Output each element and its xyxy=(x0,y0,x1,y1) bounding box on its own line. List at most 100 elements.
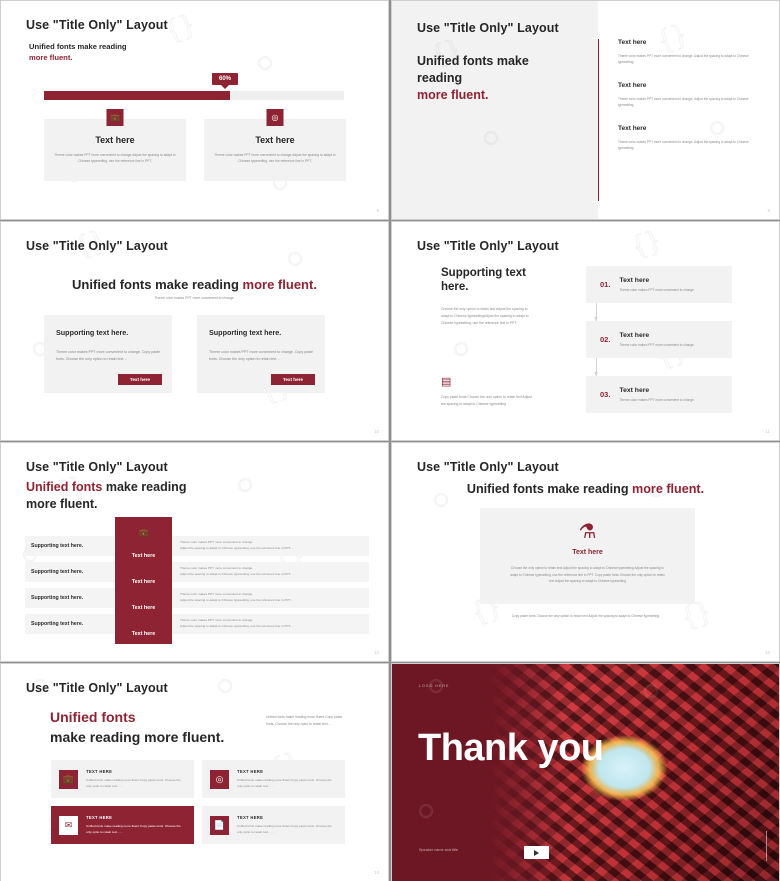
speaker-name-label: Speaker name and title xyxy=(419,848,459,852)
card-button[interactable]: Text here xyxy=(117,374,162,385)
cell-heading: TEXT HERE xyxy=(237,768,264,774)
step-number: 02. xyxy=(600,335,611,344)
panel-body: Choose the only option to retain text Ad… xyxy=(510,566,665,584)
feature-cell[interactable]: 📄 TEXT HERE Unified fonts make reading m… xyxy=(202,806,345,844)
support-card[interactable]: Supporting text here. Theme color makes … xyxy=(197,315,325,393)
info-card[interactable]: 💼 Text here Theme color makes PPT more c… xyxy=(44,109,186,181)
card-body: Theme color makes PPT more convenient to… xyxy=(54,153,176,163)
slide4-lead-column: Supporting text here. Choose the only op… xyxy=(441,266,536,327)
footer-body: Copy paste fonts Choose the only option … xyxy=(511,614,660,618)
slide-thumbnail-4[interactable]: {} ○ {} Use "Title Only" Layout Supporti… xyxy=(391,221,780,441)
block-heading: Text here xyxy=(618,125,647,133)
play-button[interactable] xyxy=(524,846,549,859)
panel-item[interactable]: Text here xyxy=(115,621,172,647)
card-heading: Supporting text here. xyxy=(56,328,129,337)
card-body: Theme color makes PPT more convenient to… xyxy=(56,350,161,362)
slide6-headline: Unified fonts make reading more fluent. xyxy=(392,482,779,496)
headline-accent: Unified fonts xyxy=(26,480,103,494)
step-body: Theme color makes PPT more convenient to… xyxy=(619,343,695,347)
table-row[interactable]: Supporting text here. Theme color makes … xyxy=(25,588,369,608)
row-body: Theme color makes PPT more convenient to… xyxy=(172,540,369,552)
page-number: 9 xyxy=(376,208,379,213)
logo-placeholder: LOGO HERE xyxy=(419,684,450,688)
block-body: Theme color makes PPT more convenient to… xyxy=(618,97,749,108)
step-item[interactable]: 01. Text here Theme color makes PPT more… xyxy=(586,266,732,303)
lead-line-1: Supporting text xyxy=(441,267,526,279)
document-icon: 📄 xyxy=(210,815,229,835)
block-heading: Text here xyxy=(618,82,647,90)
slide7-headline: Unified fonts make reading more fluent. xyxy=(50,708,250,747)
row-body-line-1: Theme color makes PPT more convenient to… xyxy=(180,592,254,597)
progress-bar-track xyxy=(44,91,344,100)
block-body: Theme color makes PPT more convenient to… xyxy=(618,54,749,65)
row-body-line-2: Adjust the spacing to adapt to Chinese t… xyxy=(180,598,295,602)
slide-thumbnail-5[interactable]: {} ○ ○ {} Use "Title Only" Layout Unifie… xyxy=(0,442,389,662)
info-card[interactable]: ◎ Text here Theme color makes PPT more c… xyxy=(204,109,346,181)
feature-cell[interactable]: ◎ TEXT HERE Unified fonts make reading m… xyxy=(202,760,345,798)
row-body-line-1: Theme color makes PPT more convenient to… xyxy=(180,540,254,545)
table-row[interactable]: Supporting text here. Theme color makes … xyxy=(25,614,369,634)
briefcase-icon: 💼 xyxy=(138,528,149,537)
comparison-rows: Supporting text here. Theme color makes … xyxy=(25,536,369,640)
footer-body: Copy paste fonts Choose the only option … xyxy=(441,395,532,407)
flask-icon: ⚗ xyxy=(578,521,597,543)
text-block[interactable]: Text here Theme color makes PPT more con… xyxy=(610,125,760,151)
headline-black: Unified fonts make reading xyxy=(466,482,633,496)
target-icon: ◎ xyxy=(210,769,229,789)
watermark-overlay: {} ○ xyxy=(653,17,731,147)
slide-thumbnail-7[interactable]: ○ ○ {} {} Use "Title Only" Layout Unifie… xyxy=(0,663,389,881)
center-accent-panel: 💼 Text here Text here Text here Text her… xyxy=(115,517,172,644)
headline-subtext: Theme color makes PPT more convenient to… xyxy=(154,296,235,300)
cell-body: Unified fonts make reading more fluent.C… xyxy=(237,823,332,834)
side-body: Unified fonts make reading more fluent.C… xyxy=(266,715,343,727)
target-icon: ◎ xyxy=(266,109,284,126)
text-block[interactable]: Text here Theme color makes PPT more con… xyxy=(610,39,760,65)
step-item[interactable]: 03. Text here Theme color makes PPT more… xyxy=(586,376,732,413)
lead-heading: Supporting text here. xyxy=(441,266,536,295)
table-row[interactable]: Supporting text here. Theme color makes … xyxy=(25,536,369,556)
panel-item[interactable]: Text here xyxy=(115,569,172,595)
card-button[interactable]: Text here xyxy=(270,374,315,385)
step-body: Theme color makes PPT more convenient to… xyxy=(619,288,695,292)
page-title: Use "Title Only" Layout xyxy=(26,18,168,32)
play-icon xyxy=(534,849,539,856)
block-body: Theme color makes PPT more convenient to… xyxy=(618,140,749,151)
support-card[interactable]: Supporting text here. Theme color makes … xyxy=(44,315,172,393)
slide-thumbnail-8[interactable]: ○ ○ ○ LOGO HERE Thank you Speaker name a… xyxy=(391,663,780,881)
headline-line-3: more fluent. xyxy=(417,87,489,102)
feature-cell[interactable]: 💼 TEXT HERE Unified fonts make reading m… xyxy=(51,760,194,798)
headline-line-2: more fluent. xyxy=(26,496,98,511)
headline-accent: more fluent. xyxy=(242,277,317,292)
step-item[interactable]: 02. Text here Theme color makes PPT more… xyxy=(586,321,732,358)
panel-item[interactable]: Text here xyxy=(115,543,172,569)
subtitle-line-2: more fluent. xyxy=(29,53,73,63)
slide-thumbnail-6[interactable]: ○ ○ {} {} Use "Title Only" Layout Unifie… xyxy=(391,442,780,662)
feature-cell[interactable]: ✉ TEXT HERE Unified fonts make reading m… xyxy=(51,806,194,844)
panel-heading: Text here xyxy=(572,549,603,556)
table-row[interactable]: Supporting text here. Theme color makes … xyxy=(25,562,369,582)
slide2-right-panel: {} ○ Text here Theme color makes PPT mor… xyxy=(598,1,779,219)
row-body-line-2: Adjust the spacing to adapt to Chinese t… xyxy=(180,546,295,550)
step-list: 01. Text here Theme color makes PPT more… xyxy=(586,266,732,413)
slide-thumbnail-grid: {} ○ {} ○ Use "Title Only" Layout Unifie… xyxy=(0,0,780,881)
page-title: Use "Title Only" Layout xyxy=(26,681,168,695)
mail-icon: ✉ xyxy=(59,815,78,835)
briefcase-icon: 💼 xyxy=(106,109,124,126)
text-block[interactable]: Text here Theme color makes PPT more con… xyxy=(610,82,760,108)
slide-thumbnail-1[interactable]: {} ○ {} ○ Use "Title Only" Layout Unifie… xyxy=(0,0,389,220)
step-heading: Text here xyxy=(619,277,650,284)
lead-line-2: here. xyxy=(441,281,469,294)
slide-thumbnail-3[interactable]: {} ○ ○ {} Use "Title Only" Layout Unifie… xyxy=(0,221,389,441)
panel-item[interactable]: Text here xyxy=(115,595,172,621)
step-number: 03. xyxy=(600,390,611,399)
page-title: Use "Title Only" Layout xyxy=(417,460,559,474)
slide-thumbnail-2[interactable]: {} ○ Use "Title Only" Layout Unified fon… xyxy=(391,0,780,220)
row-label: Supporting text here. xyxy=(31,569,84,575)
page-number: 14 xyxy=(373,870,379,875)
cell-heading: TEXT HERE xyxy=(237,814,264,820)
row-body: Theme color makes PPT more convenient to… xyxy=(172,566,369,578)
slide3-headline: Unified fonts make reading more fluent. xyxy=(1,277,388,292)
content-panel[interactable]: ⚗ Text here Choose the only option to re… xyxy=(480,508,695,604)
cell-body: Unified fonts make reading more fluent.C… xyxy=(237,777,332,788)
slide2-left-panel: {} ○ Use "Title Only" Layout Unified fon… xyxy=(392,1,598,219)
